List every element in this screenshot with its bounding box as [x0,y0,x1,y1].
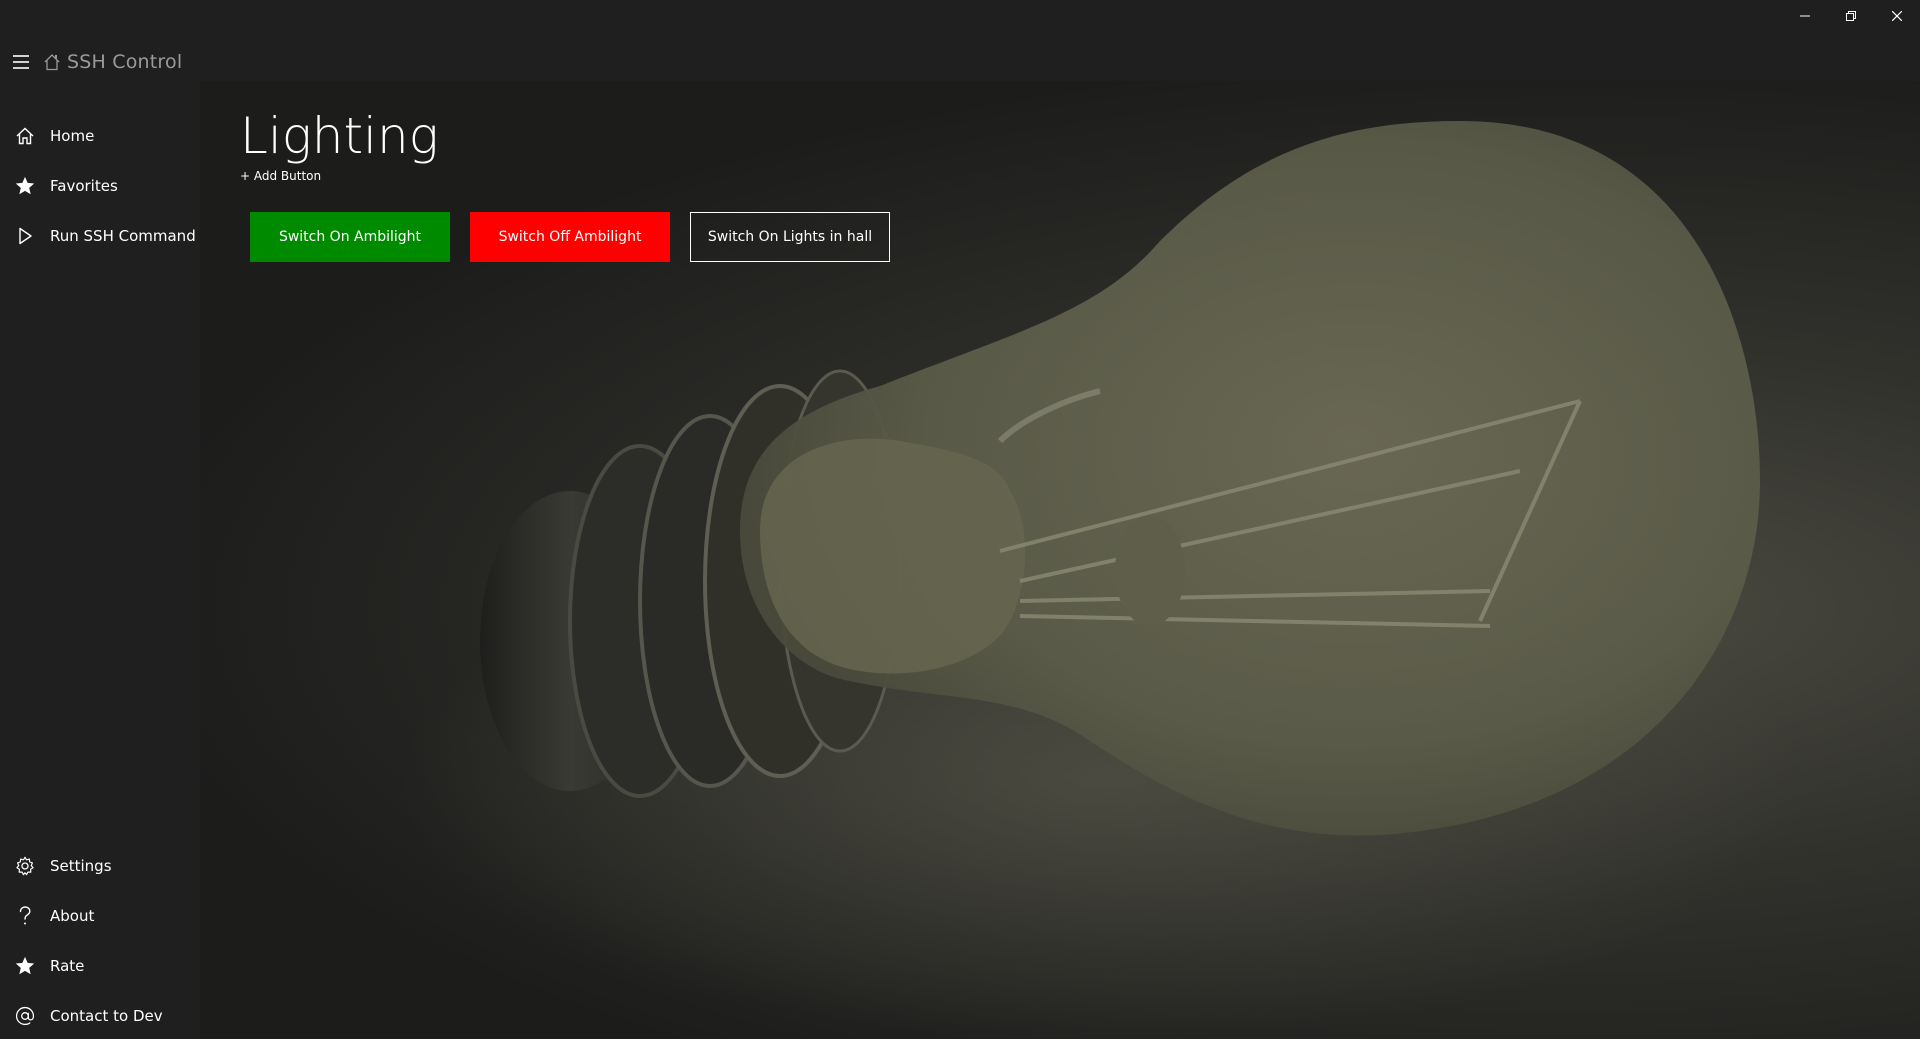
switch-off-ambilight-button[interactable]: Switch Off Ambilight [470,212,670,262]
sidebar-item-home[interactable]: Home [0,116,200,156]
window-controls [1782,0,1920,32]
minimize-icon [1800,15,1810,17]
sidebar-item-settings[interactable]: Settings [0,846,200,886]
hamburger-icon [13,55,29,69]
app-window: SSH Control Home Favorites Run SSH Comma… [0,0,1920,1039]
sidebar-item-label: Favorites [50,177,118,195]
sidebar-item-favorites[interactable]: Favorites [0,166,200,206]
sidebar-item-label: Home [50,127,95,145]
gear-icon [13,854,37,878]
sidebar-item-label: About [50,907,95,925]
at-icon [13,1004,37,1028]
house-app-icon [42,52,62,72]
home-icon [13,124,37,148]
switch-on-ambilight-button[interactable]: Switch On Ambilight [250,212,450,262]
sidebar-item-label: Run SSH Command [50,227,196,245]
play-icon [13,224,37,248]
close-button[interactable] [1874,0,1920,32]
title-bar [0,0,1920,36]
star-icon [13,174,37,198]
restore-icon [1846,11,1856,21]
sidebar-item-run-ssh-command[interactable]: Run SSH Command [0,216,200,256]
app-title: SSH Control [67,51,183,73]
sidebar-item-label: Contact to Dev [50,1007,163,1025]
restore-button[interactable] [1828,0,1874,32]
star-icon [13,954,37,978]
page-title: Lighting [240,107,439,165]
sidebar-item-rate[interactable]: Rate [0,946,200,986]
question-icon [13,904,37,928]
main-content: Lighting + Add Button Switch On Ambiligh… [200,81,1920,1039]
sidebar-item-about[interactable]: About [0,896,200,936]
close-icon [1892,11,1902,21]
sidebar-item-label: Rate [50,957,85,975]
sidebar-item-label: Settings [50,857,112,875]
sidebar-item-contact-to-dev[interactable]: Contact to Dev [0,996,200,1036]
hamburger-menu-button[interactable] [11,52,31,72]
switch-on-lights-in-hall-button[interactable]: Switch On Lights in hall [690,212,890,262]
sidebar: Home Favorites Run SSH Command Settings … [0,81,200,1039]
add-button-link[interactable]: + Add Button [240,169,321,183]
minimize-button[interactable] [1782,0,1828,32]
app-header: SSH Control [0,44,182,80]
command-buttons: Switch On Ambilight Switch Off Ambilight… [250,212,910,262]
